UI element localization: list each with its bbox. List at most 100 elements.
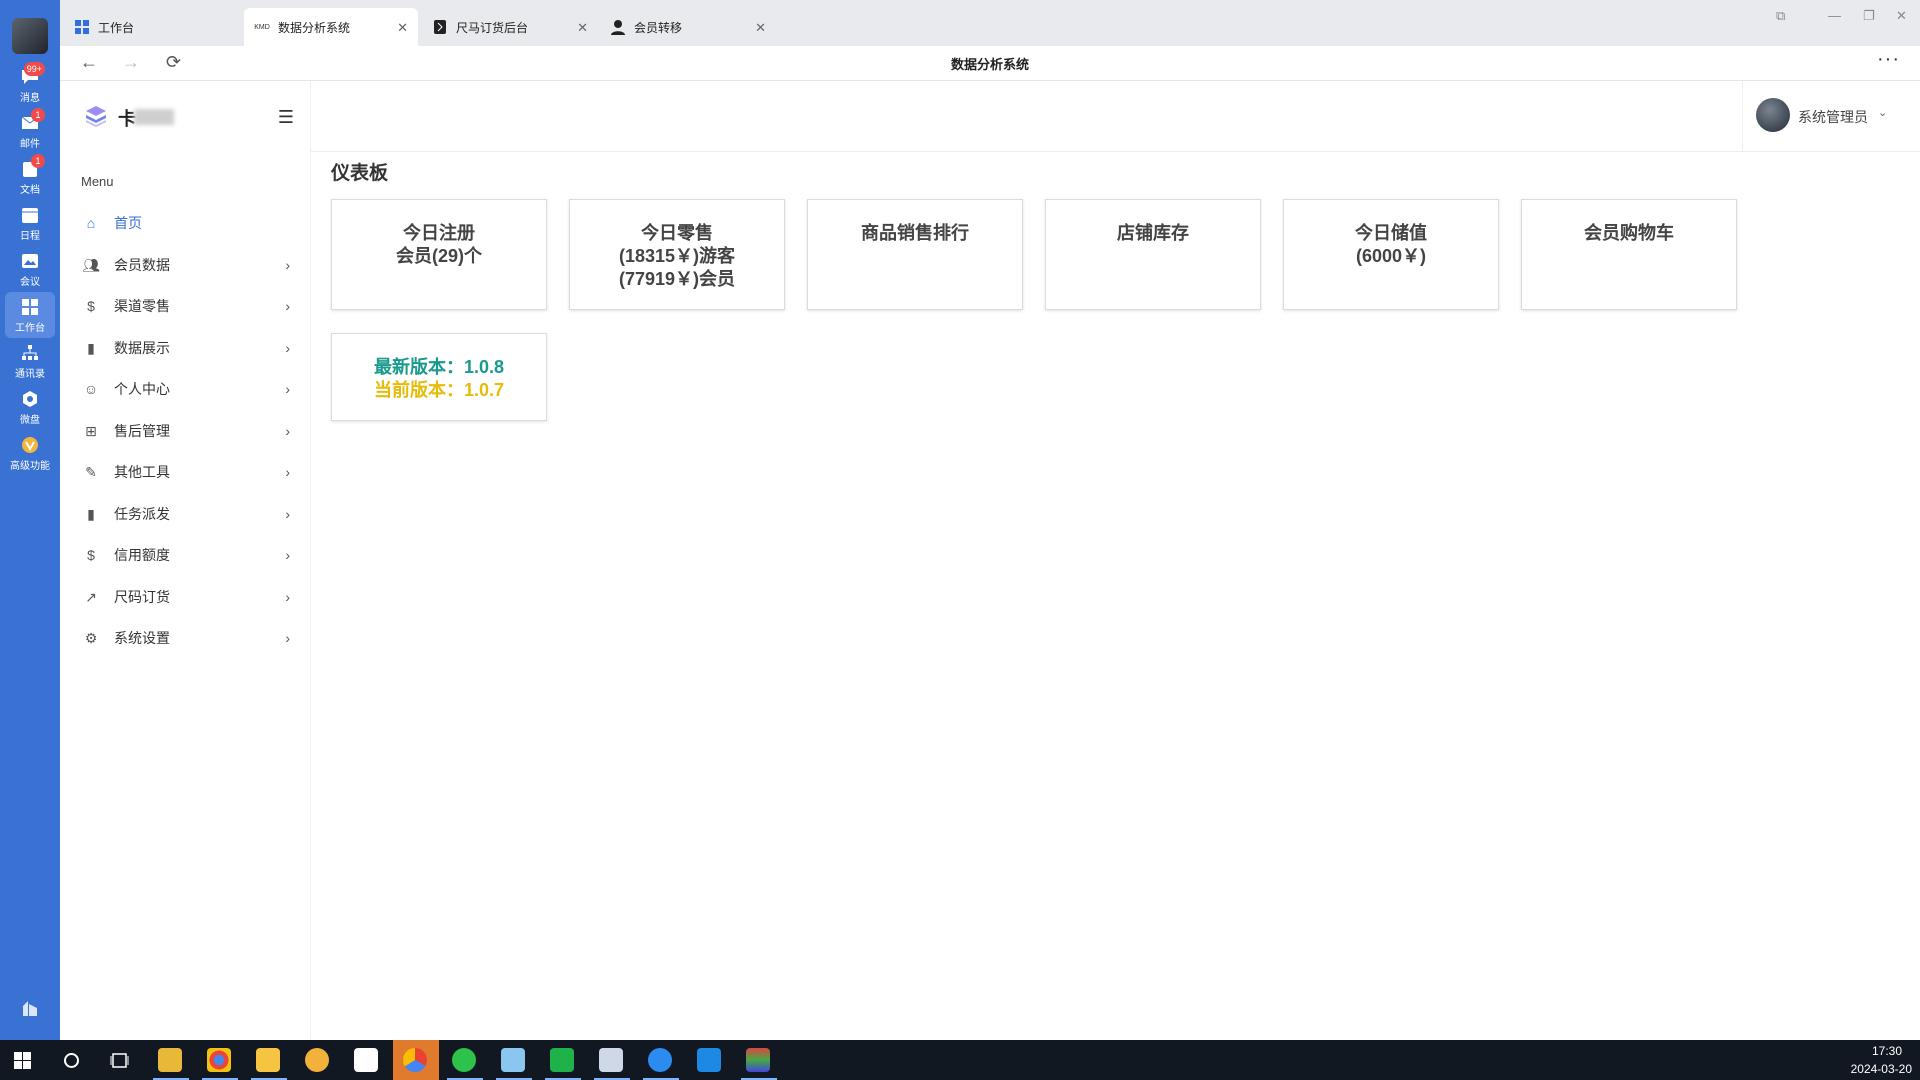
tab-label: 工作台 xyxy=(98,20,135,35)
card-line: 商品销售排行 xyxy=(861,223,969,243)
menu-item-home[interactable]: ⌂ 首页 xyxy=(82,208,294,238)
card-today-registration[interactable]: 今日注册 会员(29)个 xyxy=(331,199,547,310)
ruler-icon xyxy=(432,19,448,35)
rail-avatar[interactable] xyxy=(12,18,48,54)
rail-item-docs[interactable]: 1 文档 xyxy=(5,154,55,200)
chevron-right-icon: › xyxy=(285,298,290,314)
app-rail: 99+ 消息 1 邮件 1 文档 日程 会议 工作台 通讯录 微盘 高级功能 xyxy=(0,0,60,1040)
tab-label: 尺马订货后台 xyxy=(456,20,529,35)
rail-label: 会议 xyxy=(20,277,40,288)
rail-item-mail[interactable]: 1 邮件 xyxy=(5,108,55,154)
folder-icon[interactable] xyxy=(256,1048,280,1072)
latest-version: 最新版本：1.0.8 xyxy=(373,357,505,377)
user-menu[interactable]: 系统管理员 ⌄ xyxy=(1742,81,1920,151)
chevron-right-icon: › xyxy=(285,547,290,563)
more-icon[interactable]: ··· xyxy=(1877,48,1900,71)
close-window-icon[interactable]: ✕ xyxy=(1896,8,1907,24)
menu-item-channel-retail[interactable]: $ 渠道零售 › xyxy=(82,291,294,321)
close-icon[interactable]: ✕ xyxy=(577,20,588,36)
sidebar: 卡 ☰ Menu ⌂ 首页 👥︎ 会员数据 › $ 渠道零售 › ▮ 数据展示 … xyxy=(60,81,311,1040)
nav-bar: ← → ⟳ 数据分析系统 ··· xyxy=(60,46,1920,81)
card-store-inventory[interactable]: 店铺库存 xyxy=(1045,199,1261,310)
card-today-deposit[interactable]: 今日储值 (6000￥) xyxy=(1283,199,1499,310)
minimize-icon[interactable]: — xyxy=(1828,8,1841,23)
rail-item-premium[interactable]: 高级功能 xyxy=(5,430,55,476)
menu-item-credit-limit[interactable]: $ 信用额度 › xyxy=(82,540,294,570)
hamburger-icon[interactable]: ☰ xyxy=(278,107,294,128)
home-icon: ⌂ xyxy=(86,215,96,231)
menu-item-member-data[interactable]: 👥︎ 会员数据 › xyxy=(82,250,294,280)
chevron-right-icon: › xyxy=(285,381,290,397)
card-line: (77919￥)会员 xyxy=(618,269,736,289)
rail-item-cloud-disk[interactable]: 微盘 xyxy=(5,384,55,430)
tab-data-analysis[interactable]: KMD 数据分析系统 ✕ xyxy=(244,8,418,46)
tab-bar: 工作台 KMD 数据分析系统 ✕ 尺马订货后台 ✕ 会员转移 ✕ ⧉ — ❐ ✕ xyxy=(60,0,1920,46)
document-viewer-icon[interactable] xyxy=(599,1048,623,1072)
chrome-icon[interactable] xyxy=(207,1048,231,1072)
menu-title: Menu xyxy=(81,174,114,189)
app-orange-icon[interactable] xyxy=(305,1048,329,1072)
rail-label: 消息 xyxy=(20,93,40,104)
browser-icon[interactable] xyxy=(403,1048,427,1072)
menu-item-other-tools[interactable]: ✎ 其他工具 › xyxy=(82,457,294,487)
card-sales-ranking[interactable]: 商品销售排行 xyxy=(807,199,1023,310)
menu-item-task-dispatch[interactable]: ▮ 任务派发 › xyxy=(82,499,294,529)
external-link-icon: ↗ xyxy=(85,588,97,605)
wechat-icon[interactable] xyxy=(452,1048,476,1072)
cloud-disk-icon xyxy=(23,391,37,407)
restore-icon[interactable]: ❐ xyxy=(1863,8,1875,24)
building-icon xyxy=(23,1001,37,1016)
menu-label: 渠道零售 xyxy=(114,298,170,314)
archive-icon[interactable] xyxy=(746,1048,770,1072)
rail-label: 高级功能 xyxy=(10,461,50,472)
tab-member-transfer[interactable]: 会员转移 ✕ xyxy=(600,8,776,46)
rail-label: 通讯录 xyxy=(15,369,45,380)
meeting-icon xyxy=(22,254,38,268)
taskbar: 17:30 2024-03-20 xyxy=(0,1040,1920,1080)
dollar-icon: $ xyxy=(87,298,95,314)
menu-item-personal-center[interactable]: ☺ 个人中心 › xyxy=(82,374,294,404)
menu-label: 数据展示 xyxy=(114,340,170,356)
menu-item-after-sales[interactable]: ⊞ 售后管理 › xyxy=(82,416,294,446)
person-icon xyxy=(610,19,626,35)
task-view-icon[interactable] xyxy=(110,1052,129,1069)
clock-time[interactable]: 17:30 xyxy=(1872,1044,1902,1058)
tab-label: 会员转移 xyxy=(634,20,683,35)
menu-item-system-settings[interactable]: ⚙ 系统设置 › xyxy=(82,623,294,653)
menu-label: 个人中心 xyxy=(114,381,170,397)
spreadsheet-icon[interactable] xyxy=(550,1048,574,1072)
clock-date[interactable]: 2024-03-20 xyxy=(1851,1062,1912,1076)
tools-icon[interactable] xyxy=(158,1048,182,1072)
plus-square-icon: ⊞ xyxy=(85,422,97,439)
dashboard-title: 仪表板 xyxy=(331,163,389,184)
search-icon[interactable] xyxy=(63,1052,80,1069)
menu-label: 其他工具 xyxy=(114,464,170,480)
menu-label: 尺码订货 xyxy=(114,589,170,605)
tab-size-order[interactable]: 尺马订货后台 ✕ xyxy=(422,8,598,46)
tab-workbench[interactable]: 工作台 xyxy=(64,8,240,46)
current-version: 当前版本：1.0.7 xyxy=(373,380,505,400)
close-icon[interactable]: ✕ xyxy=(755,20,766,36)
rail-item-workbench[interactable]: 工作台 xyxy=(5,292,55,338)
baidu-netdisk-icon[interactable] xyxy=(354,1048,378,1072)
rail-item-contacts[interactable]: 通讯录 xyxy=(5,338,55,384)
qq-browser-icon[interactable] xyxy=(648,1048,672,1072)
menu-item-size-order[interactable]: ↗ 尺码订货 › xyxy=(82,582,294,612)
card-today-retail[interactable]: 今日零售 (18315￥)游客 (77919￥)会员 xyxy=(569,199,785,310)
close-icon[interactable]: ✕ xyxy=(397,20,408,36)
rail-label: 日程 xyxy=(20,231,40,242)
windows-start-icon[interactable] xyxy=(14,1052,31,1069)
feishu-icon[interactable] xyxy=(697,1048,721,1072)
menu-item-data-display[interactable]: ▮ 数据展示 › xyxy=(82,333,294,363)
rail-item-messages[interactable]: 99+ 消息 xyxy=(5,62,55,108)
card-line: 会员购物车 xyxy=(1584,223,1674,243)
popout-icon[interactable]: ⧉ xyxy=(1776,8,1785,24)
menu-label: 会员数据 xyxy=(114,257,170,273)
chevron-right-icon: › xyxy=(285,464,290,480)
rail-bottom-icon[interactable] xyxy=(20,998,40,1023)
rail-item-meeting[interactable]: 会议 xyxy=(5,246,55,292)
notes-icon[interactable] xyxy=(501,1048,525,1072)
rail-item-calendar[interactable]: 日程 xyxy=(5,200,55,246)
kmd-icon: KMD xyxy=(254,23,270,31)
card-member-cart[interactable]: 会员购物车 xyxy=(1521,199,1737,310)
